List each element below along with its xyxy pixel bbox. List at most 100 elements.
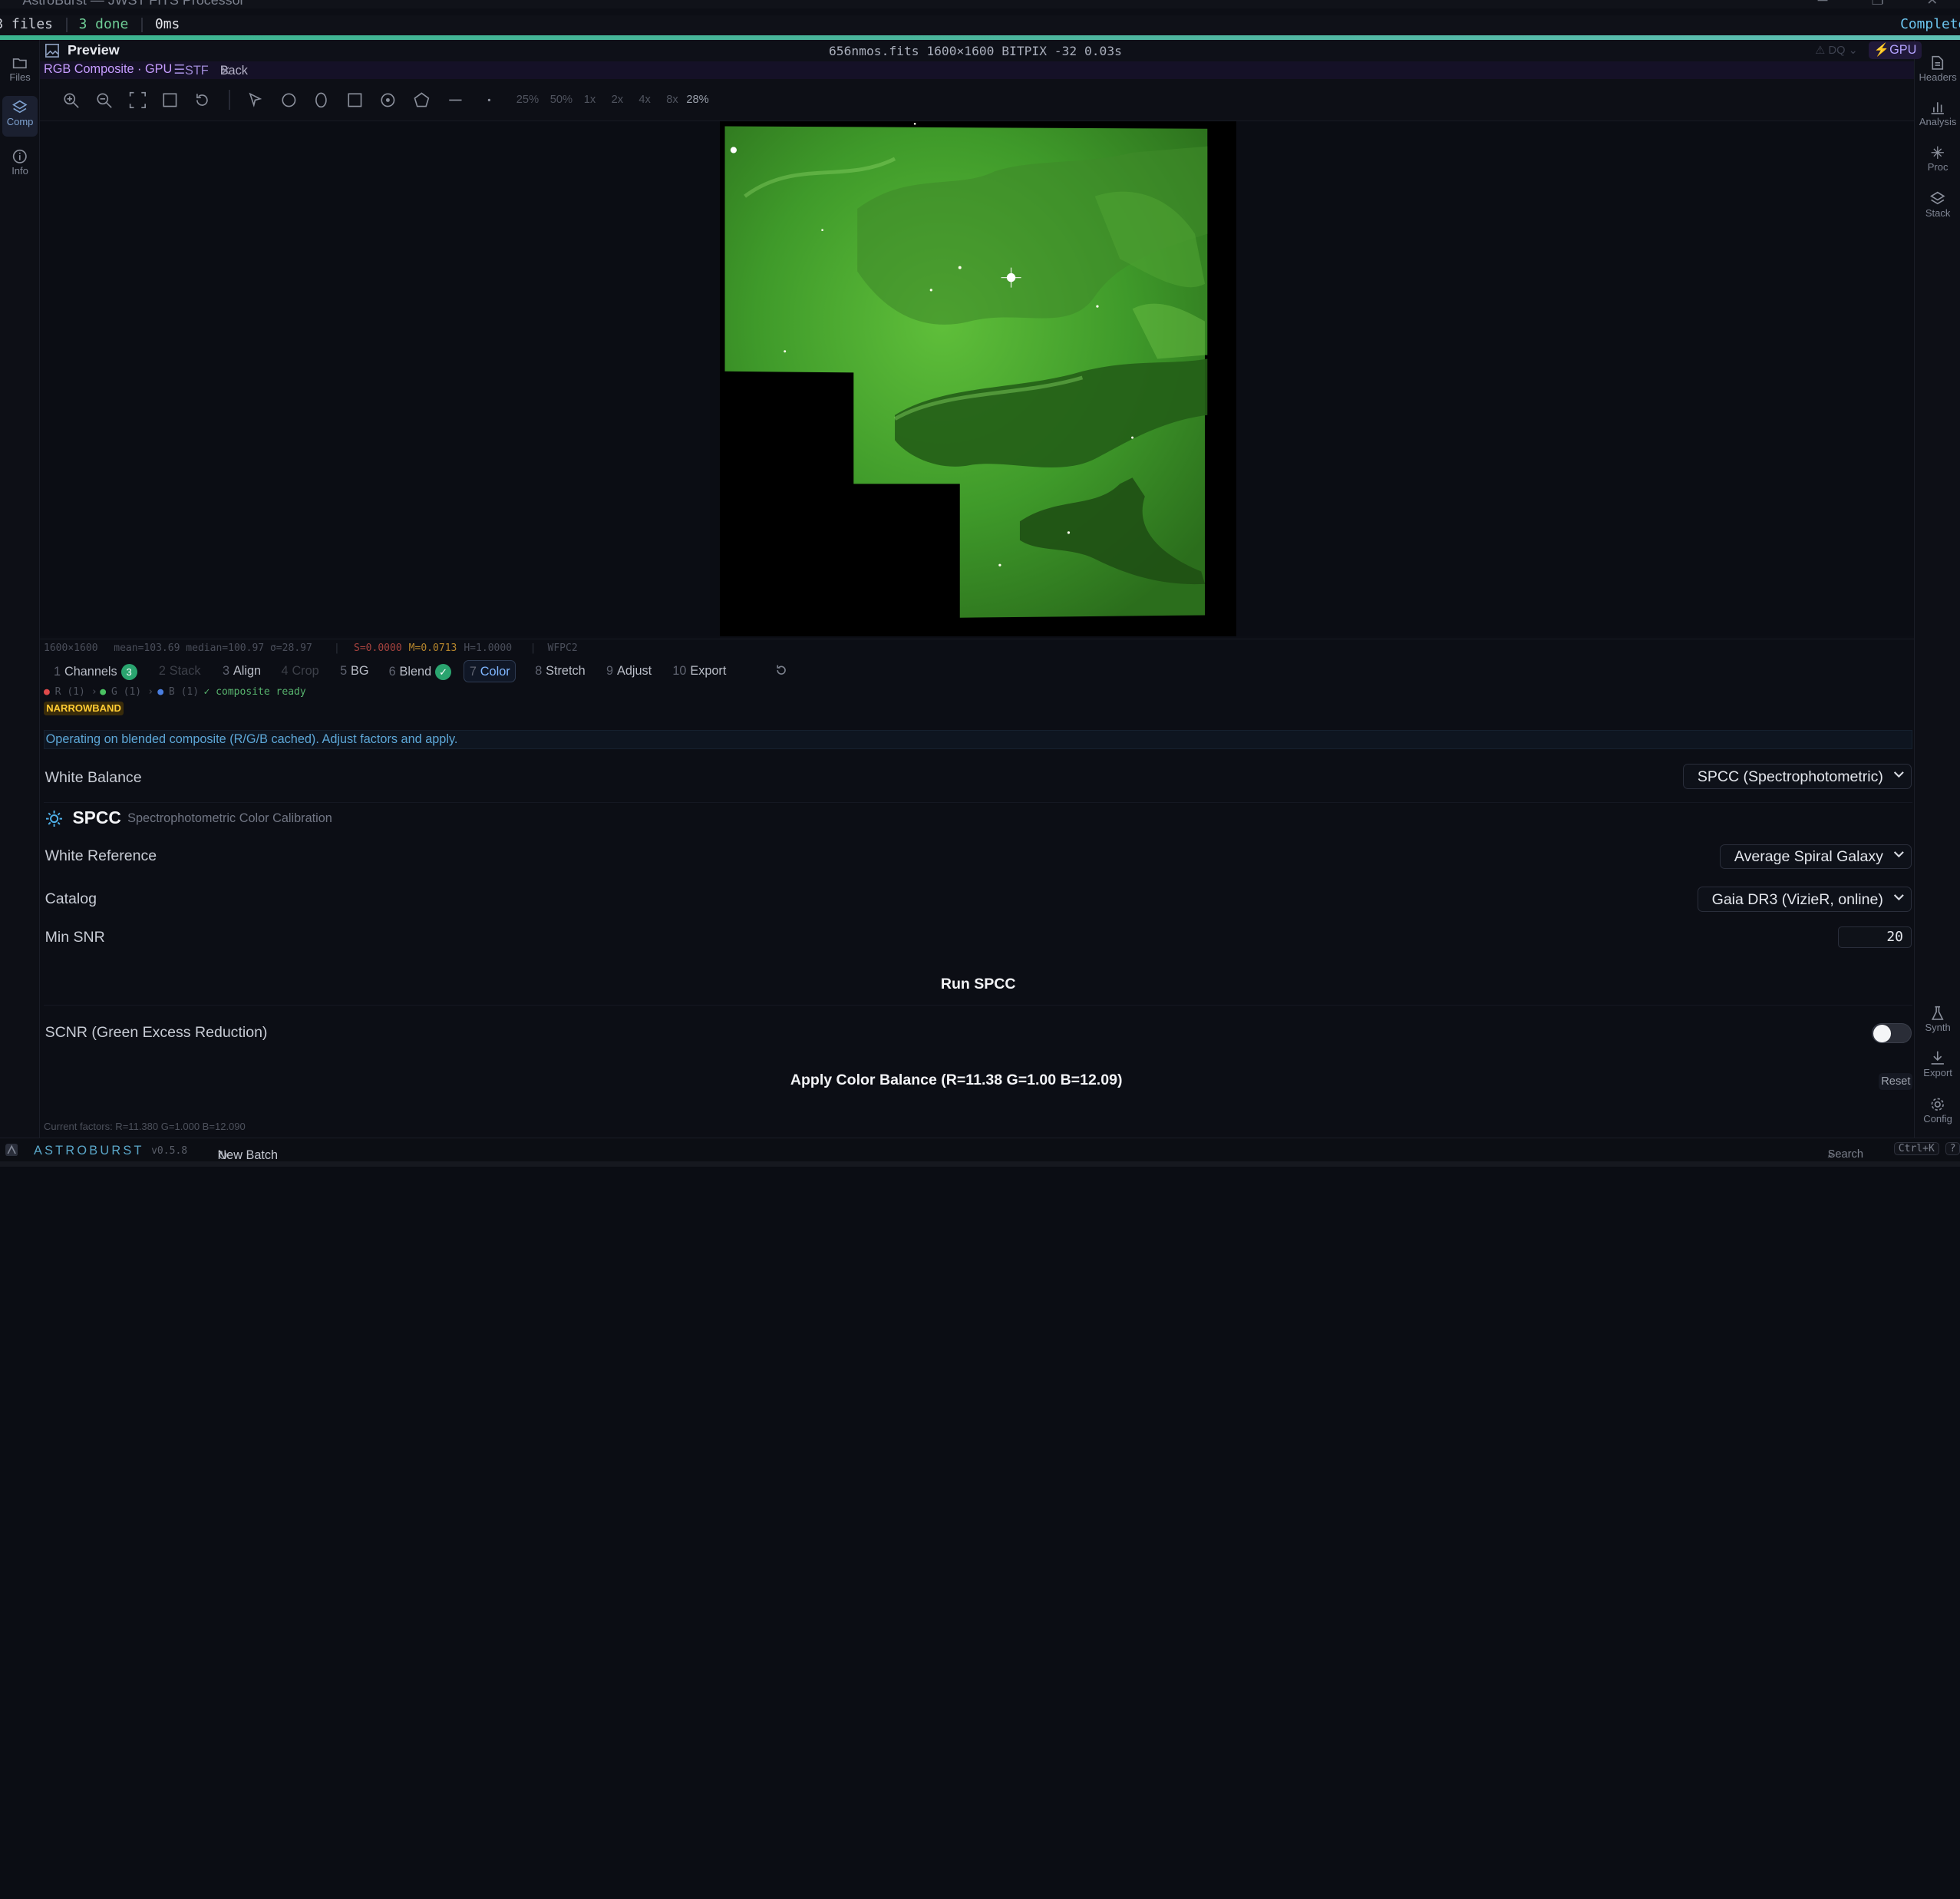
point-tool-icon[interactable]: [480, 91, 498, 109]
zoom-25-button[interactable]: 25%: [516, 94, 539, 106]
pipeline-tabs: 1 Channels 3 2 Stack 3 Align 4 Crop 5 BG 6 Blen…: [40, 654, 1914, 686]
tab-label: Stack: [169, 663, 201, 678]
crop-box-icon[interactable]: [161, 91, 179, 109]
chevron-right-icon: ›: [91, 686, 97, 699]
reset-pipeline-icon[interactable]: [775, 664, 787, 676]
image-stats-bar: 1600×1600 mean=103.69 median=100.97 σ=28…: [40, 639, 1914, 654]
white-balance-row: White Balance SPCC (Spectrophotometric): [44, 757, 1913, 803]
sidebar-item-synth[interactable]: Synth: [1915, 1006, 1960, 1033]
sidebar-item-config[interactable]: Config: [1915, 1097, 1960, 1125]
circle-tool-icon[interactable]: [280, 91, 298, 109]
reset-button[interactable]: Reset: [1879, 1072, 1913, 1091]
sidebar-item-proc[interactable]: Proc: [1915, 145, 1960, 173]
apply-color-balance-button[interactable]: Apply Color Balance (R=11.38 G=1.00 B=12…: [44, 1063, 1869, 1101]
sidebar-item-export[interactable]: Export: [1915, 1050, 1960, 1078]
tab-bg[interactable]: 5 BG: [335, 660, 374, 682]
reset-view-icon[interactable]: [193, 91, 211, 109]
sidebar-item-info[interactable]: Info: [2, 145, 38, 185]
preview-header: Preview 656nmos.fits 1600×1600 BITPIX -3…: [40, 40, 1922, 61]
stats-summary: mean=103.69 median=100.97 σ=28.97: [114, 642, 312, 654]
sidebar-item-headers[interactable]: Headers: [1915, 55, 1960, 83]
annulus-tool-icon[interactable]: [379, 91, 397, 109]
sidebar-item-analysis[interactable]: Analysis: [1915, 100, 1960, 127]
batch-status-strip: 3 files 3 done 0ms Complete: [0, 15, 1960, 35]
scnr-label: SCNR (Green Excess Reduction): [45, 1024, 268, 1042]
composite-ready-status: ✓ composite ready: [203, 686, 306, 699]
sun-icon: [46, 810, 63, 827]
zoom-8x-button[interactable]: 8x: [666, 94, 678, 106]
tab-stack[interactable]: 2 Stack: [153, 660, 206, 682]
run-spcc-button[interactable]: Run SPCC: [44, 964, 1913, 1006]
tab-label: Export: [690, 663, 727, 678]
nebula-image: [720, 121, 1237, 637]
close-icon[interactable]: ✕: [1926, 0, 1938, 8]
white-balance-select[interactable]: SPCC (Spectrophotometric): [1682, 764, 1912, 789]
toolbar-divider: [229, 90, 230, 111]
gpu-badge[interactable]: ⚡GPU: [1869, 41, 1922, 59]
scnr-toggle[interactable]: [1871, 1022, 1912, 1043]
tab-align[interactable]: 3 Align: [217, 660, 266, 682]
sparkle-icon: [1931, 146, 1945, 159]
chevron-down-icon: [1893, 851, 1904, 858]
layers-icon: [12, 100, 28, 114]
zoom-in-icon[interactable]: [62, 91, 80, 109]
min-snr-input[interactable]: 20: [1837, 926, 1912, 948]
pointer-icon[interactable]: [246, 91, 264, 109]
sidebar-item-label: Comp: [6, 116, 34, 128]
min-snr-label: Min SNR: [45, 929, 105, 946]
tab-export[interactable]: 10 Export: [668, 660, 731, 682]
gpu-label: GPU: [1889, 43, 1917, 58]
fit-screen-icon[interactable]: [129, 91, 147, 109]
line-tool-icon[interactable]: [447, 91, 464, 109]
tab-crop[interactable]: 4 Crop: [276, 660, 324, 682]
image-canvas[interactable]: [40, 121, 1914, 637]
preview-title: Preview: [67, 42, 120, 58]
dq-toggle[interactable]: ⚠ DQ ⌄: [1815, 44, 1858, 57]
catalog-label: Catalog: [45, 890, 97, 907]
white-reference-select[interactable]: Average Spiral Galaxy: [1720, 844, 1912, 870]
tab-color[interactable]: 7 Color: [464, 660, 516, 683]
composite-mode-label: RGB Composite · GPU: [44, 62, 173, 77]
sidebar-item-label: Analysis: [1919, 116, 1957, 128]
tab-number: 10: [672, 663, 687, 678]
zoom-4x-button[interactable]: 4x: [638, 94, 650, 106]
right-sidebar: Headers Analysis Proc Stack Synth Export…: [1913, 40, 1960, 1138]
catalog-row: Catalog Gaia DR3 (VizieR, online): [44, 881, 1912, 919]
tab-number: 7: [469, 664, 477, 679]
divider: [141, 17, 143, 33]
tab-adjust[interactable]: 9 Adjust: [602, 660, 657, 682]
tab-stretch[interactable]: 8 Stretch: [530, 660, 590, 682]
help-button[interactable]: ?: [1945, 1142, 1960, 1156]
select-value: Average Spiral Galaxy: [1734, 848, 1883, 866]
bar-chart-icon: [1931, 102, 1945, 115]
zoom-2x-button[interactable]: 2x: [612, 94, 623, 106]
rectangle-tool-icon[interactable]: [346, 91, 364, 109]
image-icon: [45, 44, 59, 58]
zoom-out-icon[interactable]: [95, 91, 113, 109]
sidebar-item-stack[interactable]: Stack: [1915, 191, 1960, 219]
zoom-50-button[interactable]: 50%: [550, 94, 572, 106]
spcc-subtitle: Spectrophotometric Color Calibration: [127, 811, 332, 826]
app-logo-icon: [5, 1143, 18, 1157]
ellipse-tool-icon[interactable]: [312, 91, 330, 109]
stf-toggle[interactable]: ☰ STF: [173, 62, 208, 78]
files-count: 3 files: [0, 16, 53, 33]
channel-g: G (1): [111, 686, 142, 699]
left-sidebar: Files Comp Info: [0, 40, 41, 1138]
polygon-tool-icon[interactable]: [413, 91, 431, 109]
green-dot-icon: ●: [100, 686, 107, 699]
tab-number: 5: [340, 663, 348, 678]
sidebar-item-comp[interactable]: Comp: [2, 96, 38, 137]
sidebar-item-files[interactable]: Files: [2, 51, 38, 91]
tab-blend[interactable]: 6 Blend ✓: [384, 660, 457, 682]
tab-channels[interactable]: 1 Channels 3: [49, 660, 143, 682]
toggle-knob: [1873, 1025, 1892, 1042]
restore-icon[interactable]: ❐: [1872, 0, 1884, 8]
stf-highlight: H=1.0000: [464, 642, 513, 654]
zoom-1x-button[interactable]: 1x: [584, 94, 596, 106]
zoom-level: 28%: [686, 94, 709, 107]
search-label: Search: [1827, 1148, 1864, 1161]
catalog-select[interactable]: Gaia DR3 (VizieR, online): [1697, 886, 1912, 912]
minimize-icon[interactable]: ─: [1818, 0, 1828, 8]
footer-bar: ASTROBURST v0.5.8 ↻ New Batch ⌕ Search C…: [0, 1138, 1960, 1163]
